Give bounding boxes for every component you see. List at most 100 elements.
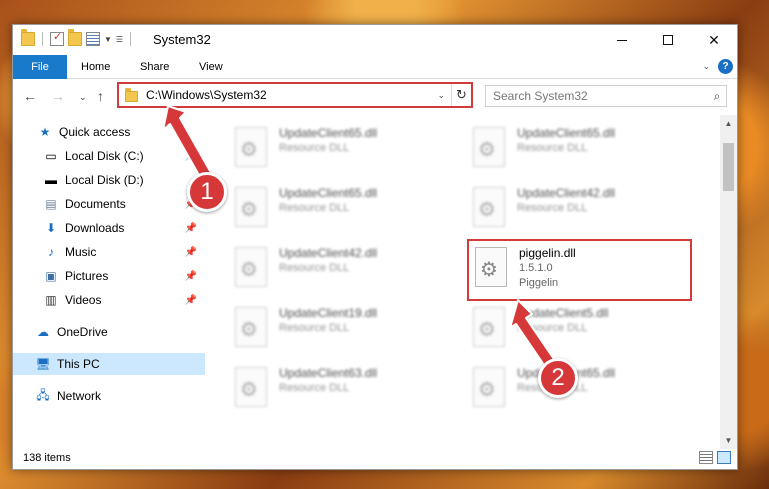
new-folder-icon[interactable]: [68, 29, 82, 46]
search-input[interactable]: [493, 89, 708, 103]
download-icon: ⬇: [45, 221, 57, 235]
close-icon: ✕: [708, 31, 720, 48]
file-list: UpdateClient65.dll Resource DLL UpdateCli…: [213, 115, 721, 439]
sidebar-item-network[interactable]: 🖧 Network: [13, 385, 205, 407]
maximize-button[interactable]: [645, 25, 691, 55]
file-name: UpdateClient42.dll: [279, 246, 378, 260]
view-options-icon[interactable]: [86, 32, 100, 46]
sidebar-item-downloads[interactable]: ⬇ Downloads 📌: [13, 217, 205, 239]
up-arrow-icon[interactable]: ↑: [97, 88, 104, 104]
window-controls: ✕: [599, 25, 737, 55]
file-tile[interactable]: UpdateClient19.dll Resource DLL: [213, 301, 438, 363]
sidebar-item-local-disk-c[interactable]: ▭ Local Disk (C:) 📌: [13, 145, 205, 167]
ribbon-right-controls: ⌄ ?: [702, 59, 733, 74]
drive-icon: ▭: [45, 149, 57, 163]
sidebar-item-label: Documents: [65, 197, 126, 211]
file-type: Resource DLL: [279, 382, 350, 394]
details-view-icon[interactable]: [699, 451, 713, 464]
cloud-icon: ☁: [37, 325, 49, 339]
file-name: piggelin.dll: [519, 246, 576, 260]
chevron-down-icon[interactable]: ▼: [104, 35, 112, 44]
forward-arrow-icon[interactable]: →: [51, 88, 65, 104]
toolbar-divider: [130, 32, 132, 46]
help-icon[interactable]: ?: [718, 59, 733, 74]
customize-toolbar-icon[interactable]: ☰: [116, 35, 123, 44]
file-name: UpdateClient5.dll: [517, 306, 609, 320]
pin-icon[interactable]: 📌: [185, 295, 197, 306]
toolbar-divider: [42, 32, 43, 46]
tiles-view-icon[interactable]: [717, 451, 731, 464]
pin-icon[interactable]: 📌: [185, 247, 197, 258]
back-arrow-icon[interactable]: ←: [23, 88, 37, 104]
search-icon[interactable]: ⌕: [708, 89, 726, 104]
file-type: Resource DLL: [279, 142, 350, 154]
item-count: 138 items: [23, 452, 71, 464]
sidebar-item-onedrive[interactable]: ☁ OneDrive: [13, 321, 205, 343]
music-icon: ♪: [48, 245, 54, 259]
pin-icon[interactable]: 📌: [185, 223, 197, 234]
file-tile[interactable]: UpdateClient63.dll Resource DLL: [213, 361, 438, 423]
file-tile[interactable]: UpdateClient42.dll Resource DLL: [213, 241, 438, 303]
sidebar-item-label: Quick access: [59, 125, 131, 139]
dll-file-icon: [235, 367, 267, 407]
scrollbar-thumb[interactable]: [723, 143, 734, 191]
file-tile[interactable]: UpdateClient65.dll Resource DLL: [213, 121, 438, 183]
folder-icon: [21, 29, 35, 46]
file-tile-piggelin[interactable]: piggelin.dll 1.5.1.0 Piggelin: [467, 239, 692, 301]
vertical-scrollbar[interactable]: ▲ ▼: [720, 115, 737, 449]
file-type: Resource DLL: [517, 142, 588, 154]
file-type: Resource DLL: [279, 262, 350, 274]
refresh-icon[interactable]: ↻: [451, 84, 471, 106]
sidebar-item-label: Downloads: [65, 221, 125, 235]
sidebar-item-label: This PC: [57, 357, 100, 371]
sidebar-item-quick-access[interactable]: ★ Quick access: [13, 121, 205, 143]
file-tile[interactable]: UpdateClient42.dll Resource DLL: [451, 181, 676, 243]
pin-icon[interactable]: 📌: [185, 151, 197, 162]
sidebar-item-videos[interactable]: ▥ Videos 📌: [13, 289, 205, 311]
drive-icon: ▬: [45, 173, 57, 187]
status-bar: 138 items: [13, 447, 737, 469]
sidebar-item-this-pc[interactable]: 🖥 This PC: [13, 353, 205, 375]
pin-icon[interactable]: 📌: [185, 271, 197, 282]
tab-file[interactable]: File: [13, 55, 67, 79]
address-path[interactable]: C:\Windows\System32: [146, 88, 437, 102]
dll-file-icon: [235, 307, 267, 347]
tab-home[interactable]: Home: [81, 55, 110, 79]
scroll-up-icon[interactable]: ▲: [720, 115, 737, 132]
file-tile[interactable]: UpdateClient5.dll Resource DLL: [451, 301, 676, 363]
sidebar-item-documents[interactable]: ▤ Documents 📌: [13, 193, 205, 215]
sidebar-item-label: Local Disk (D:): [65, 173, 144, 187]
dll-file-icon: [473, 367, 505, 407]
sidebar-item-pictures[interactable]: ▣ Pictures 📌: [13, 265, 205, 287]
file-name: UpdateClient19.dll: [279, 306, 378, 320]
address-dropdown-icon[interactable]: ⌄: [437, 90, 445, 101]
step-badge-1: 1: [187, 172, 227, 212]
computer-icon: 🖥: [35, 357, 51, 371]
expand-ribbon-icon[interactable]: ⌄: [702, 61, 710, 72]
file-version: 1.5.1.0: [519, 262, 553, 274]
recent-locations-icon[interactable]: ⌄: [79, 92, 87, 103]
tab-view[interactable]: View: [199, 55, 223, 79]
file-tile[interactable]: UpdateClient65.dll Resource DLL: [213, 181, 438, 243]
address-bar[interactable]: C:\Windows\System32 ⌄ ↻: [117, 82, 473, 108]
dll-file-icon: [473, 127, 505, 167]
properties-icon[interactable]: [50, 30, 64, 46]
sidebar-item-music[interactable]: ♪ Music 📌: [13, 241, 205, 263]
quick-access-toolbar: ▼ ☰: [21, 29, 134, 46]
minimize-button[interactable]: [599, 25, 645, 55]
tab-share[interactable]: Share: [140, 55, 169, 79]
video-icon: ▥: [45, 293, 57, 307]
search-box[interactable]: ⌕: [485, 85, 727, 107]
dll-file-icon: [473, 187, 505, 227]
file-tile[interactable]: UpdateClient65.dll Resource DLL: [451, 121, 676, 183]
sidebar-item-local-disk-d[interactable]: ▬ Local Disk (D:): [13, 169, 205, 191]
file-type: Resource DLL: [517, 202, 588, 214]
sidebar-item-label: Network: [57, 389, 102, 403]
explorer-window: ▼ ☰ System32 ✕ File Home Share View ⌄ ? …: [12, 24, 738, 470]
maximize-icon: [663, 35, 673, 45]
star-icon: ★: [39, 125, 51, 139]
minimize-icon: [617, 39, 627, 41]
close-button[interactable]: ✕: [691, 25, 737, 55]
file-type: Resource DLL: [279, 322, 350, 334]
file-type: Resource DLL: [279, 202, 350, 214]
